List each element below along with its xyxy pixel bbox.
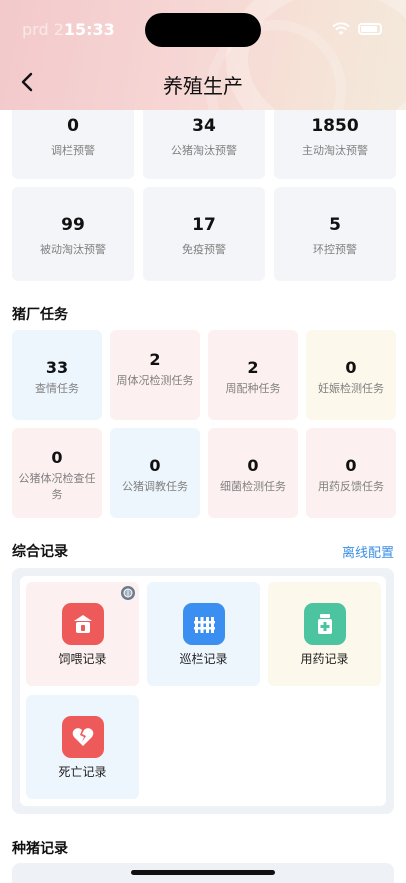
warning-label: 公猪淘汰预警	[171, 144, 237, 157]
warning-label: 环控预警	[313, 243, 357, 256]
warning-value: 34	[192, 116, 216, 136]
feed-icon	[62, 603, 104, 645]
task-value: 0	[345, 456, 357, 475]
record-label: 死亡记录	[58, 765, 107, 779]
task-label: 周体况检测任务	[116, 374, 194, 387]
warning-card[interactable]: 99 被动淘汰预警	[12, 187, 134, 281]
home-indicator	[131, 870, 275, 875]
warning-label: 免疫预警	[182, 243, 226, 256]
records-title: 综合记录	[12, 544, 68, 560]
globe-icon[interactable]	[121, 586, 135, 600]
warning-row-2: 99 被动淘汰预警 17 免疫预警 5 环控预警	[12, 187, 396, 281]
record-feed[interactable]: 饲喂记录	[26, 582, 139, 686]
warning-card[interactable]: 5 环控预警	[274, 187, 396, 281]
record-label: 巡栏记录	[179, 652, 228, 666]
warning-label: 调栏预警	[51, 144, 95, 157]
task-card[interactable]: 0 细菌检测任务	[208, 428, 298, 518]
task-value: 2	[247, 358, 259, 377]
task-card[interactable]: 0 妊娠检测任务	[306, 330, 396, 420]
task-label: 用药反馈任务	[318, 480, 384, 493]
warning-value: 99	[61, 215, 85, 235]
task-card[interactable]: 2 周配种任务	[208, 330, 298, 420]
warning-value: 1850	[311, 116, 359, 136]
fence-icon	[183, 603, 225, 645]
warning-value: 5	[329, 215, 341, 235]
task-label: 公猪体况检查任务	[18, 472, 96, 501]
records-panel: 饲喂记录 巡栏记录 用药记录 死亡记录	[12, 568, 394, 814]
warning-value: 17	[192, 215, 216, 235]
carrier-label: prd 2	[22, 20, 64, 39]
task-value: 2	[149, 350, 161, 369]
clock: 15:33	[63, 20, 115, 39]
record-patrol[interactable]: 巡栏记录	[147, 582, 260, 686]
task-value: 33	[45, 358, 69, 377]
record-medicine[interactable]: 用药记录	[268, 582, 381, 686]
task-value: 0	[247, 456, 259, 475]
task-card[interactable]: 33 查情任务	[12, 330, 102, 420]
task-card[interactable]: 2 周体况检测任务	[110, 330, 200, 420]
task-value: 0	[345, 358, 357, 377]
status-time: prd 215:33	[22, 20, 115, 39]
medicine-icon	[304, 603, 346, 645]
warning-card[interactable]: 17 免疫预警	[143, 187, 265, 281]
records-inner: 饲喂记录 巡栏记录 用药记录 死亡记录	[20, 576, 386, 806]
task-card[interactable]: 0 公猪调教任务	[110, 428, 200, 518]
warning-label: 主动淘汰预警	[302, 144, 368, 157]
task-card[interactable]: 0 用药反馈任务	[306, 428, 396, 518]
breeding-records-title: 种猪记录	[12, 841, 68, 857]
task-label: 周配种任务	[225, 382, 281, 395]
record-label: 用药记录	[300, 652, 349, 666]
status-icons	[332, 22, 382, 36]
dynamic-island	[145, 13, 261, 47]
farm-tasks-grid: 33 查情任务 2 周体况检测任务 2 周配种任务 0 妊娠检测任务 0 公猪体…	[12, 330, 396, 518]
task-label: 公猪调教任务	[122, 480, 188, 493]
battery-icon	[358, 23, 382, 35]
record-death[interactable]: 死亡记录	[26, 695, 139, 799]
header-overlay: prd 215:33 养殖生产	[0, 0, 406, 110]
warning-label: 被动淘汰预警	[40, 243, 106, 256]
farm-tasks-title: 猪厂任务	[12, 307, 68, 323]
task-label: 查情任务	[35, 382, 79, 395]
record-label: 饲喂记录	[58, 652, 107, 666]
task-label: 细菌检测任务	[220, 480, 286, 493]
page-title: 养殖生产	[163, 74, 243, 98]
task-value: 0	[149, 456, 161, 475]
task-card[interactable]: 0 公猪体况检查任务	[12, 428, 102, 518]
task-label: 妊娠检测任务	[318, 382, 384, 395]
warning-value: 0	[67, 116, 79, 136]
wifi-icon	[332, 22, 350, 35]
broken-heart-icon	[62, 716, 104, 758]
offline-config-link[interactable]: 离线配置	[342, 542, 394, 561]
task-value: 0	[51, 448, 63, 467]
